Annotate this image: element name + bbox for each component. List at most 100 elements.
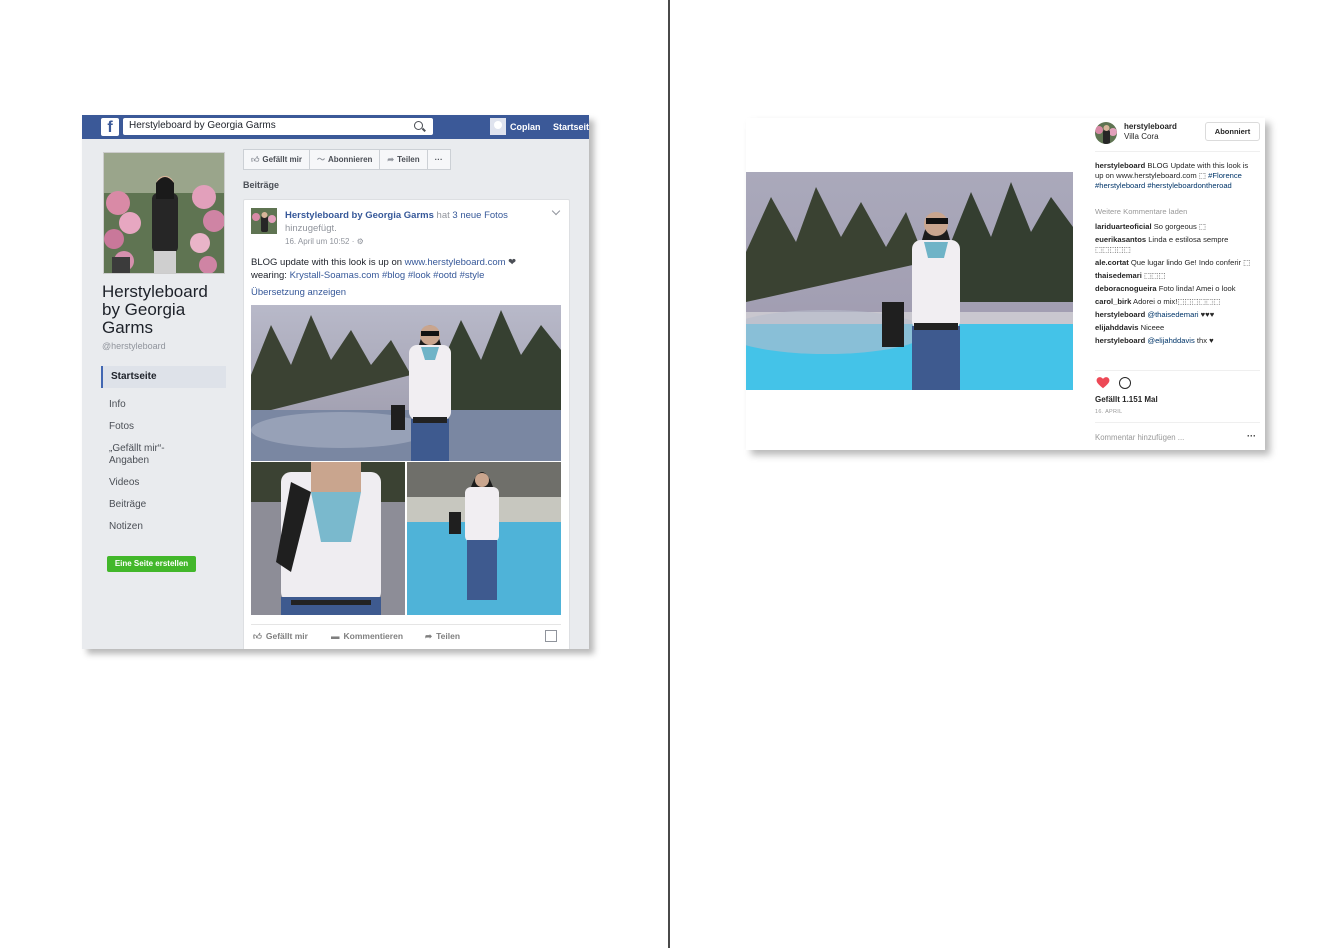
post-photo-main[interactable] (251, 305, 561, 461)
post-like-button[interactable]: 👍︎ Gefällt mir (253, 631, 308, 642)
comment-text: ⬚⬚⬚ (1143, 271, 1166, 280)
follow-page-label: Abonnieren (327, 155, 373, 164)
post-card: Herstyleboard by Georgia Garms hat 3 neu… (243, 199, 570, 649)
instagram-post-screenshot: herstyleboard Villa Cora Abonniert herst… (726, 118, 1265, 450)
heart-icon: ❤ (508, 257, 517, 268)
caption-username[interactable]: herstyleboard (1095, 161, 1145, 170)
search-input-value: Herstyleboard by Georgia Garms (129, 120, 276, 131)
comment-username[interactable]: herstyleboard (1095, 336, 1145, 345)
comment-username[interactable]: lariduarteoficial (1095, 222, 1152, 231)
list-item: elijahddavis Niceee (1095, 323, 1257, 333)
audience-selector-icon[interactable] (545, 630, 557, 642)
like-page-button[interactable]: 👍︎ Gefällt mir (243, 149, 310, 170)
add-comment-input[interactable]: Kommentar hinzufügen ... (1095, 433, 1184, 442)
post-website-link[interactable]: www.herstyleboard.com (405, 257, 506, 268)
page-action-bar: 👍︎ Gefällt mir 〜 Abonnieren ➦ Teilen ··· (243, 149, 451, 170)
load-more-comments-link[interactable]: Weitere Kommentare laden (1095, 207, 1187, 216)
comment-text: So gorgeous ⬚ (1153, 222, 1207, 231)
divider (1095, 422, 1260, 423)
nav-item-likes[interactable]: „Gefällt mir“-Angaben (101, 443, 169, 467)
post-location[interactable]: Villa Cora (1124, 132, 1159, 141)
post-text-line1: BLOG update with this look is up on (251, 257, 403, 268)
comment-text: Niceee (1140, 323, 1165, 332)
nav-item-startseite[interactable]: Startseite (101, 366, 226, 388)
comment-mention[interactable]: @thaisedemari (1147, 310, 1198, 319)
post-photos-link[interactable]: 3 neue Fotos (452, 210, 507, 221)
nav-item-info[interactable]: Info (101, 399, 226, 411)
post-action-text: hat (436, 210, 450, 221)
post-text: BLOG update with this look is up on www.… (251, 256, 551, 282)
page-profile-picture[interactable] (103, 152, 225, 274)
heart-icon[interactable] (1096, 376, 1110, 390)
share-page-label: Teilen (397, 155, 420, 164)
list-item: deboracnogueira Foto linda! Amei o look (1095, 284, 1257, 294)
nav-item-fotos[interactable]: Fotos (101, 421, 226, 433)
post-photo-3[interactable] (407, 462, 561, 615)
user-avatar[interactable] (490, 118, 506, 135)
search-input[interactable]: Herstyleboard by Georgia Garms (123, 118, 433, 135)
share-arrow-icon: ➦ (425, 631, 433, 641)
comment-username[interactable]: ale.cortat (1095, 258, 1129, 267)
home-link[interactable]: Startseite (553, 122, 589, 132)
list-item: carol_birk Adorei o mix!⬚⬚⬚⬚⬚⬚ (1095, 297, 1257, 307)
nav-item-notizen[interactable]: Notizen (101, 521, 226, 533)
comment-list: lariduarteoficial So gorgeous ⬚ euerikas… (1095, 222, 1257, 368)
comment-username[interactable]: carol_birk (1095, 297, 1131, 306)
post-timestamp[interactable]: 16. April um 10:52 · ⚙ (285, 237, 364, 246)
comment-text: thx ♥ (1196, 336, 1214, 345)
user-name-link[interactable]: Coplan (510, 122, 541, 132)
post-hashtag-links[interactable]: Krystall-Soamas.com #blog #look #ootd #s… (290, 270, 485, 281)
post-comment-button[interactable]: ▬ Kommentieren (331, 631, 403, 641)
more-options-button[interactable]: ··· (1247, 431, 1256, 441)
comment-icon: ▬ (331, 631, 340, 641)
comment-username[interactable]: thaisedemari (1095, 271, 1142, 280)
post-caption: herstyleboard BLOG Update with this look… (1095, 161, 1257, 191)
post-author-avatar[interactable] (251, 208, 277, 234)
post-action-bar: 👍︎ Gefällt mir ▬ Kommentieren ➦ Teilen (251, 624, 561, 649)
comment-text: ♥♥♥ (1200, 310, 1215, 319)
post-like-label: Gefällt mir (265, 631, 308, 641)
page-nav: Startseite Info Fotos „Gefällt mir“-Anga… (101, 366, 226, 543)
post-share-button[interactable]: ➦ Teilen (425, 631, 460, 642)
comment-username[interactable]: elijahddavis (1095, 323, 1138, 332)
follow-page-button[interactable]: 〜 Abonnieren (308, 149, 381, 170)
comment-mention[interactable]: @elijahddavis (1147, 336, 1194, 345)
list-item: herstyleboard @elijahddavis thx ♥ (1095, 336, 1257, 346)
post-sidebar: herstyleboard Villa Cora Abonniert herst… (1095, 118, 1260, 450)
list-item: thaisedemari ⬚⬚⬚ (1095, 271, 1257, 281)
nav-item-beitraege[interactable]: Beiträge (101, 499, 226, 511)
following-button[interactable]: Abonniert (1205, 122, 1260, 141)
facebook-page-screenshot: f Herstyleboard by Georgia Garms Coplan … (82, 115, 589, 649)
post-action-suffix: hinzugefügt. (285, 223, 337, 234)
comment-text: Adorei o mix!⬚⬚⬚⬚⬚⬚ (1133, 297, 1221, 306)
post-header: Herstyleboard by Georgia Garms hat 3 neu… (285, 209, 555, 235)
comment-username[interactable]: euerikasantos (1095, 235, 1146, 244)
facebook-logo-icon[interactable]: f (101, 118, 119, 136)
comment-username[interactable]: herstyleboard (1095, 310, 1145, 319)
post-username[interactable]: herstyleboard (1124, 122, 1177, 131)
like-count[interactable]: Gefällt 1.151 Mal (1095, 395, 1158, 404)
comment-bubble-icon[interactable] (1119, 377, 1131, 389)
comment-text: Foto linda! Amei o look (1158, 284, 1236, 293)
post-photo[interactable] (726, 172, 1073, 390)
divider (1095, 370, 1260, 371)
post-photo-2[interactable] (251, 457, 405, 615)
list-item: lariduarteoficial So gorgeous ⬚ (1095, 222, 1257, 232)
comment-text: Que lugar lindo Ge! Indo conferir ⬚ (1130, 258, 1251, 267)
share-page-button[interactable]: ➦ Teilen (379, 149, 428, 170)
comment-username[interactable]: deboracnogueira (1095, 284, 1157, 293)
section-title: Beiträge (243, 180, 280, 190)
search-icon[interactable] (414, 121, 423, 130)
list-item: euerikasantos Linda e estilosa sempre ⬚⬚… (1095, 235, 1257, 255)
post-author-link[interactable]: Herstyleboard by Georgia Garms (285, 210, 434, 221)
avatar[interactable] (1095, 122, 1117, 144)
create-page-button[interactable]: Eine Seite erstellen (107, 556, 196, 572)
page-title: Herstyleboard by Georgia Garms (102, 282, 208, 337)
more-options-button[interactable]: ··· (426, 149, 451, 170)
translate-link[interactable]: Übersetzung anzeigen (251, 287, 346, 298)
nav-item-videos[interactable]: Videos (101, 477, 226, 489)
thumbs-up-icon: 👍︎ (253, 631, 262, 641)
more-options-icon: ··· (434, 155, 443, 164)
list-item: ale.cortat Que lugar lindo Ge! Indo conf… (1095, 258, 1257, 268)
list-item: herstyleboard @thaisedemari ♥♥♥ (1095, 310, 1257, 320)
